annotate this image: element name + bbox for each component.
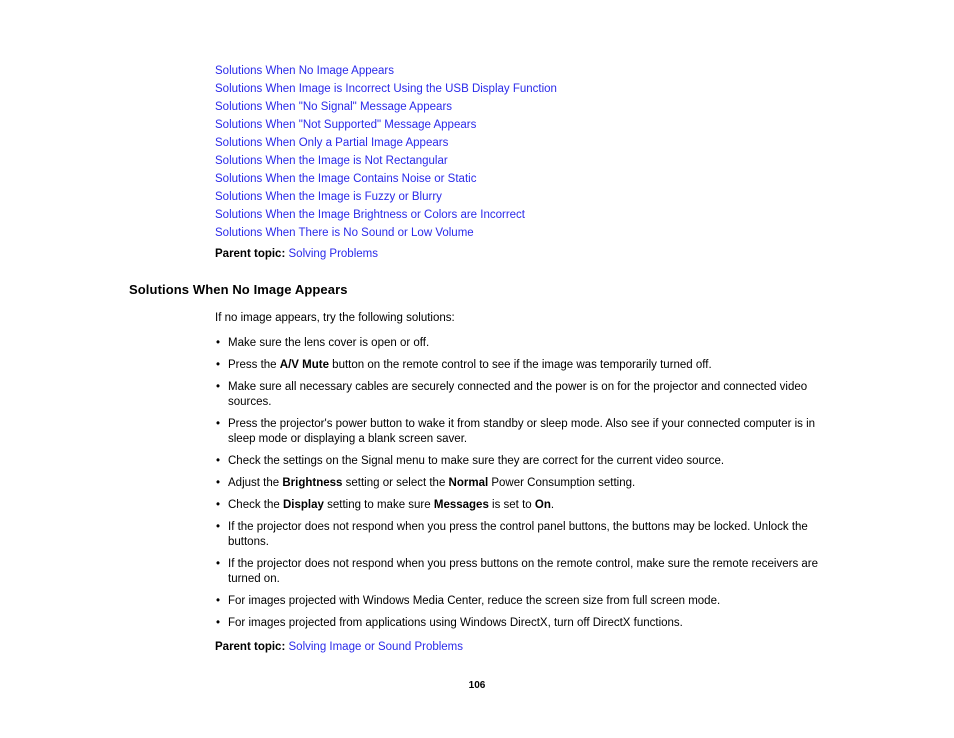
solution-bullet: • Check the settings on the Signal menu t… [215,454,840,469]
toc-links-container: Solutions When No Image Appears Solutions… [215,62,855,242]
toc-parent-topic-label: Parent topic: [215,248,286,260]
topic-link[interactable]: Solutions When There is No Sound or Low … [215,224,855,242]
bullet-text: If the projector does not respond when y… [228,557,819,585]
bullet-text: For images projected from applications u… [228,616,683,629]
solution-bullet: • For images projected with Windows Media… [215,594,840,609]
solution-bullet: • If the projector does not respond when … [215,557,840,587]
bullet-text: If the projector does not respond when y… [228,520,808,548]
solution-bullet: • Press the projector's power button to w… [215,417,840,447]
bullet-marker-icon: • [216,594,221,607]
solution-bullet: • Check the Display setting to make sure … [215,498,840,513]
bullet-text: Make sure all necessary cables are secur… [228,380,808,408]
bullet-text: Check the [228,498,283,511]
bullet-marker-icon: • [216,498,221,511]
bullet-text: Check the settings on the Signal menu to… [228,454,725,467]
solution-bullet: • Make sure the lens cover is open or off… [215,336,840,351]
bullet-text: setting to make sure [323,498,434,511]
document-page: Solutions When No Image Appears Solutions… [0,0,954,738]
bullet-text: setting or select the [342,476,449,489]
bullet-emphasis-text: Normal [448,476,489,489]
bullet-text: Press the [228,358,280,371]
bullet-text: Press the projector's power button to wa… [228,417,816,445]
section-parent-topic-label: Parent topic: [215,640,286,653]
bullet-marker-icon: • [216,557,221,570]
section-body: If no image appears, try the following s… [215,298,840,656]
solution-bullet: • Make sure all necessary cables are secu… [215,380,840,410]
bullet-text: is set to [488,498,535,511]
section-parent-topic-link[interactable]: Solving Image or Sound Problems [289,641,464,653]
toc-parent-topic-link[interactable]: Solving Problems [289,248,378,260]
bullet-text: Make sure the lens cover is open or off. [228,336,430,349]
section-intro-text: If no image appears, try the following s… [215,311,455,324]
bullet-marker-icon: • [216,380,221,393]
section-parent-topic: Parent topic: Solving Image or Sound Pro… [215,638,840,656]
solution-bullet: • Press the A/V Mute button on the remote… [215,358,840,373]
bullet-marker-icon: • [216,336,221,349]
topic-link[interactable]: Solutions When the Image Brightness or C… [215,206,855,224]
bullet-text: button on the remote control to see if t… [328,358,712,371]
page-number: 106 [468,680,486,691]
topic-link[interactable]: Solutions When "No Signal" Message Appea… [215,98,855,116]
topic-link-list: Solutions When No Image Appears Solutions… [215,62,855,263]
bullet-marker-icon: • [216,520,221,533]
solution-bullet: • Adjust the Brightness setting or select… [215,476,840,491]
topic-link[interactable]: Solutions When "Not Supported" Message A… [215,116,855,134]
bullet-emphasis-text: Display [282,498,324,511]
topic-link[interactable]: Solutions When Image is Incorrect Using … [215,80,855,98]
topic-link[interactable]: Solutions When the Image is Fuzzy or Blu… [215,188,855,206]
bullet-marker-icon: • [216,358,221,371]
bullet-text: Power Consumption setting. [488,476,636,489]
bullet-marker-icon: • [216,476,221,489]
solution-bullet: • If the projector does not respond when … [215,520,840,550]
topic-link[interactable]: Solutions When No Image Appears [215,62,855,80]
bullet-text: Adjust the [228,476,283,489]
bullet-emphasis-text: On [534,498,551,511]
bullet-marker-icon: • [216,616,221,629]
topic-link[interactable]: Solutions When the Image Contains Noise … [215,170,855,188]
bullet-emphasis-text: Brightness [282,476,343,489]
bullet-emphasis-text: A/V Mute [279,358,329,371]
section-heading: Solutions When No Image Appears [129,281,348,297]
topic-link[interactable]: Solutions When the Image is Not Rectangu… [215,152,855,170]
bullet-marker-icon: • [216,454,221,467]
solution-bullet: • For images projected from applications … [215,616,840,631]
bullet-marker-icon: • [216,417,221,430]
bullet-text: For images projected with Windows Media … [228,594,721,607]
topic-link[interactable]: Solutions When Only a Partial Image Appe… [215,134,855,152]
bullet-emphasis-text: Messages [433,498,489,511]
solutions-bullet-list: • Make sure the lens cover is open or off… [215,336,840,631]
bullet-text: . [550,498,555,511]
toc-parent-topic: Parent topic: Solving Problems [215,245,855,263]
